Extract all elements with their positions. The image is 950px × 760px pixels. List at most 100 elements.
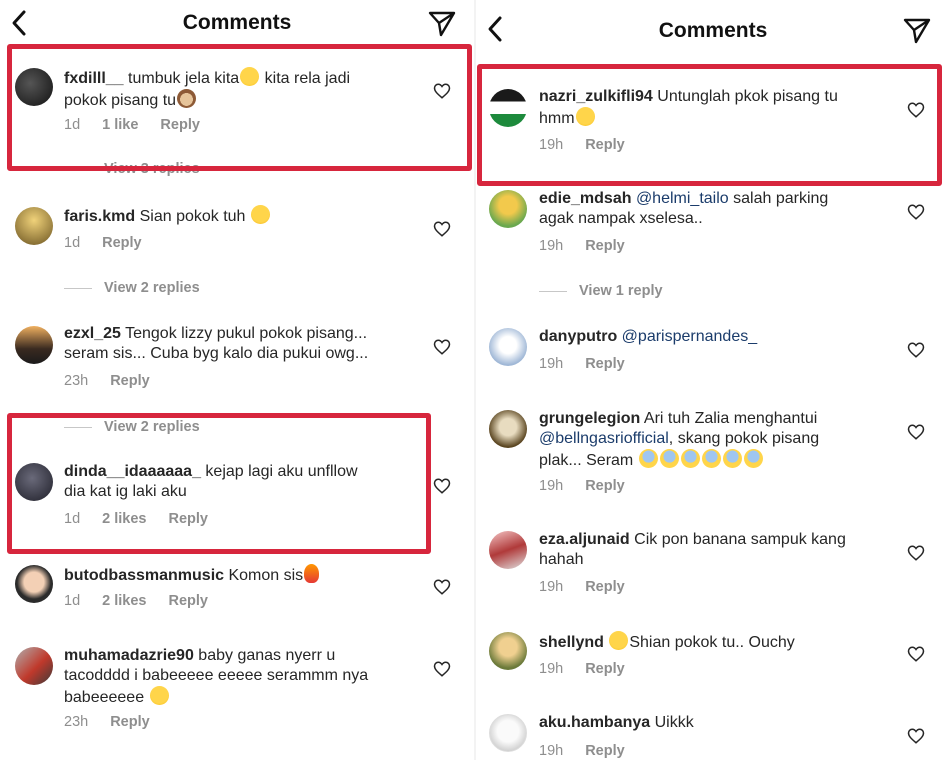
- heart-icon[interactable]: [433, 220, 451, 238]
- reply-button[interactable]: Reply: [585, 743, 625, 759]
- reply-button[interactable]: Reply: [160, 117, 200, 133]
- likes-count[interactable]: 2 likes: [102, 593, 146, 609]
- header: Comments: [476, 6, 950, 52]
- mention-link[interactable]: @parispernandes_: [622, 328, 757, 345]
- mention-link[interactable]: @bellngasriofficial: [539, 430, 669, 447]
- page-title: Comments: [182, 11, 292, 34]
- username[interactable]: shellynd: [539, 634, 604, 651]
- avatar[interactable]: [489, 89, 527, 127]
- comment-meta: 19h Reply: [539, 478, 625, 494]
- username[interactable]: aku.hambanya: [539, 714, 650, 731]
- view-replies-link[interactable]: View 2 replies: [64, 419, 200, 435]
- comment-meta: 1d 2 likes Reply: [64, 593, 208, 609]
- fearful-emoji-icon: [701, 449, 721, 468]
- avatar[interactable]: [489, 531, 527, 569]
- avatar[interactable]: [489, 714, 527, 752]
- left-comments-screen: Comments fxdilll__ tumbuk jela kita kita…: [0, 0, 474, 760]
- heart-icon[interactable]: [907, 203, 925, 221]
- comment-text: fxdilll__ tumbuk jela kita kita rela jad…: [64, 67, 424, 111]
- avatar[interactable]: [489, 328, 527, 366]
- heart-icon[interactable]: [907, 101, 925, 119]
- avatar[interactable]: [15, 463, 53, 501]
- comment-meta: 19h Reply: [539, 137, 625, 153]
- send-icon[interactable]: [902, 15, 932, 45]
- heart-icon[interactable]: [433, 82, 451, 100]
- username[interactable]: danyputro: [539, 328, 617, 345]
- fearful-emoji-icon: [743, 449, 763, 468]
- reply-button[interactable]: Reply: [585, 137, 625, 153]
- reply-button[interactable]: Reply: [585, 661, 625, 677]
- comment-meta: 19h Reply: [539, 579, 625, 595]
- avatar[interactable]: [15, 326, 53, 364]
- reply-button[interactable]: Reply: [168, 511, 208, 527]
- comment-meta: 23h Reply: [64, 714, 150, 730]
- username[interactable]: nazri_zulkifli94: [539, 88, 653, 105]
- reply-button[interactable]: Reply: [110, 373, 150, 389]
- likes-count[interactable]: 1 like: [102, 117, 138, 133]
- username[interactable]: dinda__idaaaaaa_: [64, 463, 201, 480]
- reply-button[interactable]: Reply: [585, 579, 625, 595]
- heart-icon[interactable]: [433, 660, 451, 678]
- reply-button[interactable]: Reply: [168, 593, 208, 609]
- screaming-emoji-icon: [638, 449, 658, 468]
- reply-button[interactable]: Reply: [102, 235, 142, 251]
- username[interactable]: muhamadazrie90: [64, 647, 194, 664]
- comment-text: faris.kmd Sian pokok tuh: [64, 205, 424, 227]
- heart-icon[interactable]: [907, 544, 925, 562]
- username[interactable]: eza.aljunaid: [539, 531, 630, 548]
- comment-text: muhamadazrie90 baby ganas nyerr u tacoddd…: [64, 647, 369, 706]
- mention-link[interactable]: @helmi_tailo: [636, 190, 729, 207]
- view-replies-link[interactable]: View 3 replies: [104, 161, 200, 177]
- comment-text: shellynd Shian pokok tu.. Ouchy: [539, 631, 919, 653]
- heart-icon[interactable]: [907, 341, 925, 359]
- comment-text: grungelegion Ari tuh Zalia menghantui @be…: [539, 410, 820, 469]
- username[interactable]: fxdilll__: [64, 70, 124, 87]
- laughing-emoji-icon: [575, 107, 595, 126]
- heart-icon[interactable]: [433, 477, 451, 495]
- heart-icon[interactable]: [907, 727, 925, 745]
- view-replies-link[interactable]: View 2 replies: [64, 280, 200, 296]
- avatar[interactable]: [15, 647, 53, 685]
- comment-meta: 23h Reply: [64, 373, 150, 389]
- comment-text: aku.hambanya Uikkk: [539, 714, 694, 731]
- view-replies-link[interactable]: View 1 reply: [539, 283, 663, 299]
- fearful-emoji-icon: [722, 449, 742, 468]
- comment-text: dinda__idaaaaaa_ kejap lagi aku unfllow d…: [64, 463, 358, 500]
- right-comments-screen: Comments nazri_zulkifli94 Untunglah pkok…: [476, 0, 950, 760]
- heart-icon[interactable]: [907, 423, 925, 441]
- username[interactable]: butodbassmanmusic: [64, 567, 224, 584]
- heart-icon[interactable]: [433, 578, 451, 596]
- username[interactable]: grungelegion: [539, 410, 640, 427]
- pleading-emoji-icon: [250, 205, 270, 224]
- heart-eyes-emoji-icon: [149, 686, 169, 705]
- likes-count[interactable]: 2 likes: [102, 511, 146, 527]
- avatar[interactable]: [15, 565, 53, 603]
- comment-meta: 19h Reply: [539, 661, 625, 677]
- heart-icon[interactable]: [433, 338, 451, 356]
- reply-button[interactable]: Reply: [585, 356, 625, 372]
- username[interactable]: edie_mdsah: [539, 190, 631, 207]
- fire-emoji-icon: [304, 564, 320, 583]
- avatar[interactable]: [489, 410, 527, 448]
- comment-meta: 1d Reply: [64, 235, 142, 251]
- heart-icon[interactable]: [907, 645, 925, 663]
- reply-button[interactable]: Reply: [585, 238, 625, 254]
- comment-meta: 1d 1 like Reply: [64, 117, 222, 133]
- username[interactable]: ezxl_25: [64, 325, 121, 342]
- send-icon[interactable]: [427, 8, 457, 38]
- comment-text: eza.aljunaid Cik pon banana sampuk kang h…: [539, 531, 846, 568]
- header: Comments: [0, 0, 474, 46]
- comment-text: ezxl_25 Tengok lizzy pukul pokok pisang.…: [64, 325, 369, 362]
- reply-button[interactable]: Reply: [585, 478, 625, 494]
- timestamp: 1d: [64, 117, 81, 133]
- avatar[interactable]: [15, 68, 53, 106]
- username[interactable]: faris.kmd: [64, 208, 135, 225]
- avatar[interactable]: [489, 632, 527, 670]
- reply-button[interactable]: Reply: [110, 714, 150, 730]
- comment-meta: 19h Reply: [539, 238, 625, 254]
- avatar[interactable]: [489, 190, 527, 228]
- avatar[interactable]: [15, 207, 53, 245]
- comment-meta: 19h Reply: [539, 743, 625, 759]
- relieved-emoji-icon: [240, 67, 260, 86]
- comment-text: danyputro @parispernandes_: [539, 327, 919, 347]
